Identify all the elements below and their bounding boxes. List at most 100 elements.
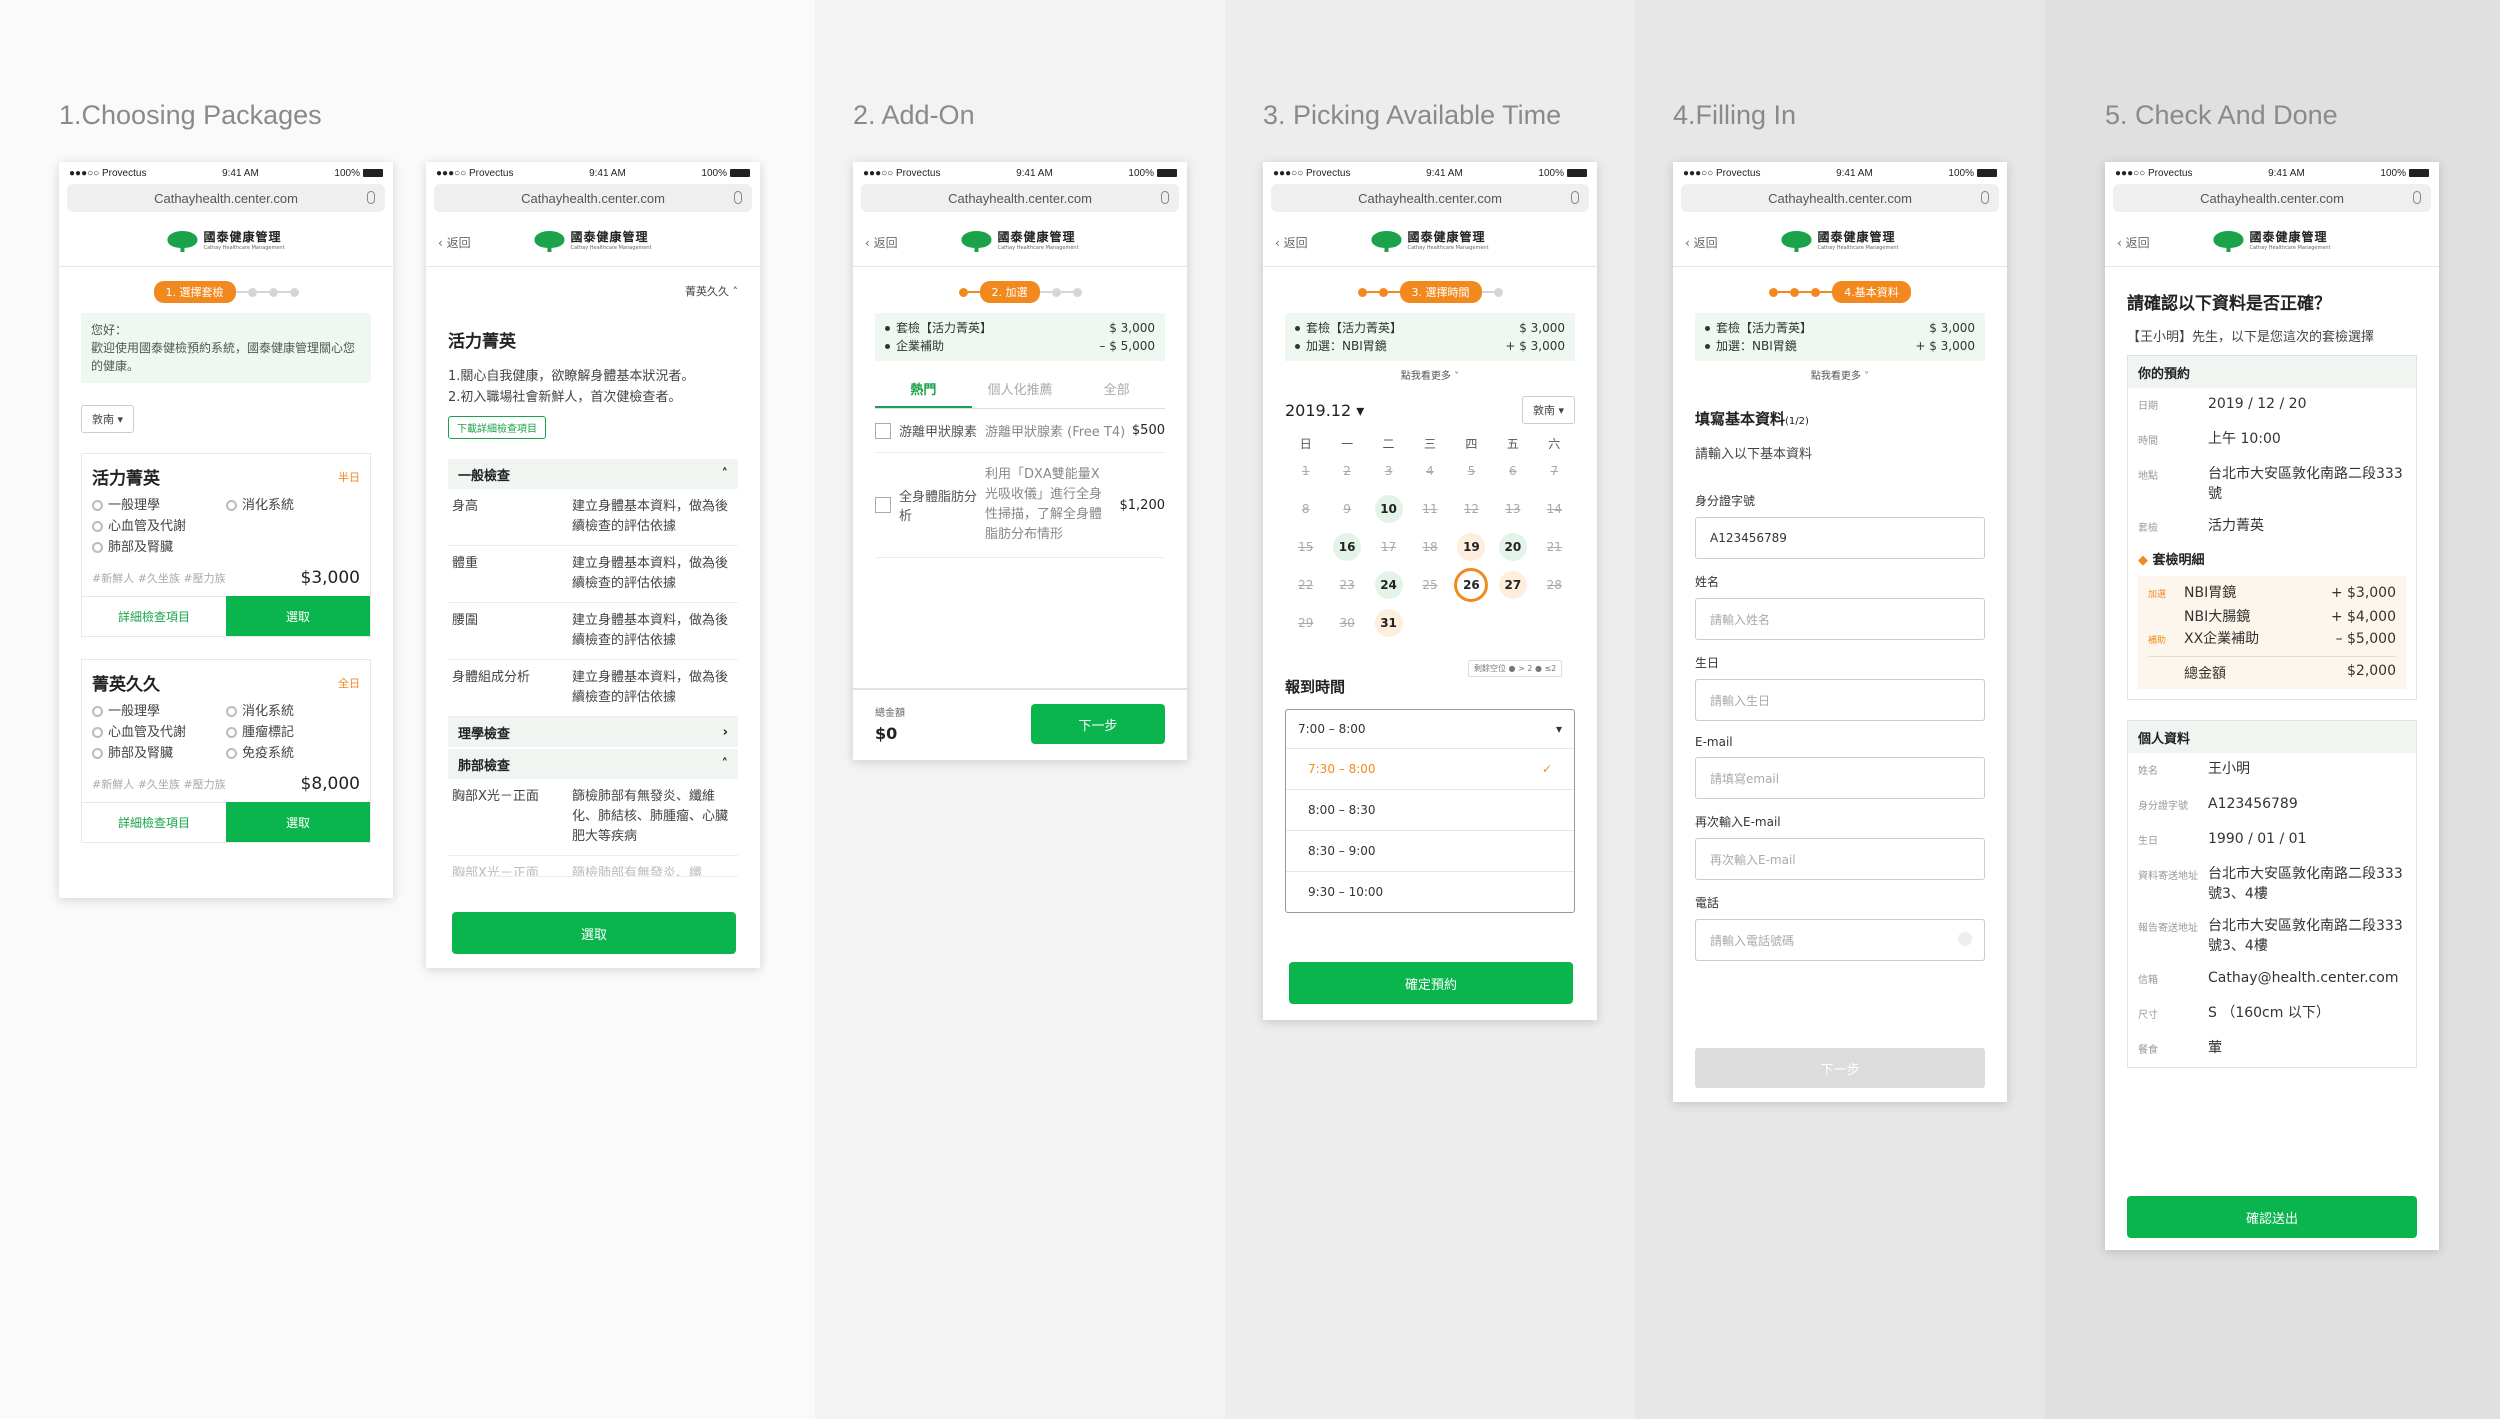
input-field[interactable]: 請輸入姓名 <box>1695 598 1985 640</box>
step-indicator: 4.基本資料 <box>1673 281 2007 303</box>
collapse-toggle[interactable]: 菁英久久 ˄ <box>448 283 738 299</box>
input-field[interactable]: 請填寫email <box>1695 757 1985 799</box>
tab-personal[interactable]: 個人化推薦 <box>972 371 1069 408</box>
time-option[interactable]: 8:30 – 9:00 <box>1286 830 1574 871</box>
next-button[interactable]: 下一步 <box>1031 704 1165 744</box>
detail-title: ◆ 套檢明細 <box>2138 553 2205 568</box>
download-button[interactable]: 下載詳細檢查項目 <box>448 416 546 439</box>
month-select[interactable]: 2019.12 ▾ <box>1285 401 1364 420</box>
calendar-cell: 23 <box>1326 570 1367 600</box>
url-bar[interactable]: Cathayhealth.center.com <box>67 184 385 212</box>
input-field[interactable]: A123456789 <box>1695 517 1985 559</box>
time-title: 報到時間 <box>1285 678 1346 696</box>
detail-button[interactable]: 詳細檢查項目 <box>82 596 226 636</box>
time-option[interactable]: 8:00 – 8:30 <box>1286 789 1574 830</box>
chevron-left-icon: ‹ <box>2117 236 2126 250</box>
input-field[interactable]: 再次輸入E-mail <box>1695 838 1985 880</box>
next-button-disabled[interactable]: 下一步 <box>1695 1048 1985 1088</box>
calendar-day[interactable]: 10 <box>1374 495 1403 523</box>
section-general[interactable]: 一般檢查 ˄ <box>448 459 738 489</box>
url-bar[interactable]: Cathayhealth.center.com <box>861 184 1179 212</box>
mic-icon[interactable] <box>734 191 742 204</box>
see-more-link[interactable]: 點我看更多 ˅ <box>1673 367 2007 382</box>
clear-icon[interactable] <box>1958 932 1972 946</box>
field-label: 再次輸入E-mail <box>1695 815 1781 829</box>
mic-icon[interactable] <box>2413 191 2421 204</box>
logo-subtext: Cathay Healthcare Management <box>570 245 652 251</box>
chevron-up-icon: ˄ <box>721 756 729 772</box>
confirm-booking-button[interactable]: 確定預約 <box>1289 962 1573 1004</box>
section-physical[interactable]: 理學檢查 › <box>448 717 738 747</box>
calendar-cell: 25 <box>1409 570 1450 600</box>
back-button[interactable]: ‹ 返回 <box>438 234 471 251</box>
detail-left: 補助 XX企業補助 <box>2148 628 2259 652</box>
location-select[interactable]: 敦南 ▾ <box>81 405 135 433</box>
calendar-day[interactable]: 31 <box>1374 609 1403 637</box>
calendar-day[interactable]: 26 <box>1454 568 1489 602</box>
confirm-title: 請確認以下資料是否正確？ <box>2127 294 2331 314</box>
battery-icon <box>729 168 750 177</box>
mic-icon[interactable] <box>367 191 375 204</box>
addon-checkbox[interactable] <box>875 497 891 513</box>
input-field[interactable]: 請輸入電話號碼 <box>1695 919 1985 961</box>
logo-subtext: Cathay Healthcare Management <box>2249 245 2331 251</box>
calendar-day: 12 <box>1463 502 1480 516</box>
mic-icon[interactable] <box>1981 191 1989 204</box>
input-text: A123456789 <box>1710 531 1787 545</box>
url-bar[interactable]: Cathayhealth.center.com <box>1271 184 1589 212</box>
addon-checkbox[interactable] <box>875 422 891 439</box>
back-button[interactable]: ‹ 返回 <box>865 234 898 251</box>
submit-button[interactable]: 確認送出 <box>2127 1196 2417 1238</box>
see-more-link[interactable]: 點我看更多 ˅ <box>1263 367 1597 382</box>
calendar-cell: 26 <box>1451 568 1492 602</box>
time-option[interactable]: 7:30 – 8:00 ✓ <box>1286 748 1574 789</box>
section-lung[interactable]: 肺部檢查 ˄ <box>448 749 738 779</box>
mic-icon[interactable] <box>1571 191 1579 204</box>
back-button[interactable]: ‹ 返回 <box>1275 234 1308 251</box>
mic-icon[interactable] <box>1161 191 1169 204</box>
time-option[interactable]: 9:30 – 10:00 <box>1286 871 1574 912</box>
tree-logo-icon <box>961 231 992 252</box>
time-select[interactable]: 7:00 – 8:00 ▾ <box>1286 710 1574 748</box>
nav-bar: ‹ 返回 國泰健康管理 Cathay Healthcare Management <box>2105 218 2439 267</box>
back-button[interactable]: ‹ 返回 <box>1685 234 1718 251</box>
calendar-day: 25 <box>1422 578 1438 592</box>
status-bar: ●●●○○ Provectus 9:41 AM 100% <box>1263 162 1597 184</box>
calendar-day[interactable]: 19 <box>1457 533 1486 561</box>
logo-text: 國泰健康管理 <box>997 230 1076 244</box>
url-bar[interactable]: Cathayhealth.center.com <box>1681 184 1999 212</box>
detail-name: NBI胃鏡 <box>2184 585 2237 601</box>
battery: 100% <box>1538 168 1587 179</box>
tab-all[interactable]: 全部 <box>1068 371 1165 408</box>
choose-button[interactable]: 選取 <box>226 596 370 636</box>
chevron-up-icon: ˄ <box>732 285 739 298</box>
back-button[interactable]: ‹ 返回 <box>2117 234 2150 251</box>
choose-button[interactable]: 選取 <box>452 912 736 954</box>
input-field[interactable]: 請輸入生日 <box>1695 679 1985 721</box>
url-bar[interactable]: Cathayhealth.center.com <box>2113 184 2431 212</box>
detail-button[interactable]: 詳細檢查項目 <box>82 802 226 842</box>
field-label: 生日 <box>1695 656 1720 670</box>
row-value: 活力菁英 <box>2208 518 2264 534</box>
calendar-day[interactable]: 27 <box>1498 571 1527 599</box>
location-select[interactable]: 敦南 ▾ <box>1521 396 1575 424</box>
detail-name: NBI大腸鏡 <box>2184 609 2251 625</box>
chevron-left-icon: ‹ <box>865 236 874 250</box>
calendar-day[interactable]: 20 <box>1498 533 1527 561</box>
calendar-day: 14 <box>1546 502 1562 516</box>
calendar-day[interactable]: 24 <box>1374 571 1403 599</box>
calendar-day: 2 <box>1343 464 1351 478</box>
row-value: 台北市大安區敦化南路二段333號3、4樓 <box>2208 918 2403 954</box>
calendar-cell: 19 <box>1451 532 1492 562</box>
tab-popular[interactable]: 熱門 <box>875 371 972 408</box>
choose-button[interactable]: 選取 <box>226 802 370 842</box>
circle-icon <box>92 500 103 511</box>
calendar-day: 15 <box>1298 540 1314 554</box>
calendar-day[interactable]: 16 <box>1333 533 1362 561</box>
calendar-cell: 17 <box>1368 532 1409 562</box>
addon-price: $1,200 <box>1119 497 1166 513</box>
url-bar[interactable]: Cathayhealth.center.com <box>434 184 752 212</box>
calendar-cell: 11 <box>1409 494 1450 524</box>
time-dropdown[interactable]: 7:00 – 8:00 ▾ 7:30 – 8:00 ✓ 8:00 – 8:30 8:… <box>1285 709 1575 913</box>
nav-bar: ‹ 返回 國泰健康管理 Cathay Healthcare Management <box>1263 218 1597 267</box>
